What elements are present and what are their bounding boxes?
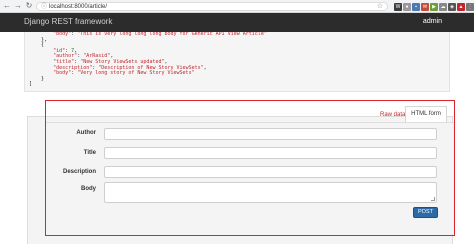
code-line: ] bbox=[29, 82, 449, 88]
extension-icon[interactable]: ▲ bbox=[457, 3, 465, 11]
code-token: "Very long story of New Story ViewSets" bbox=[77, 70, 195, 77]
extension-icon[interactable]: ● bbox=[403, 3, 411, 11]
brand-title[interactable]: Django REST framework bbox=[24, 17, 112, 26]
info-icon[interactable]: ⓘ bbox=[41, 3, 47, 11]
extension-icon[interactable]: ✉ bbox=[421, 3, 429, 11]
url-text[interactable]: localhost:8000/article/ bbox=[49, 3, 107, 11]
code-token: , bbox=[203, 64, 207, 71]
code-token: ] bbox=[29, 81, 33, 88]
extension-icon[interactable]: ⋮ bbox=[466, 3, 474, 11]
extension-icon[interactable]: ▶ bbox=[430, 3, 438, 11]
browser-toolbar: ← → ↻ ⓘ localhost:8000/article/ ☆ W ● ▪ ✉ ▶ ☁… bbox=[0, 0, 474, 13]
extension-icon[interactable]: ☁ bbox=[439, 3, 447, 11]
bookmark-star-icon[interactable]: ☆ bbox=[377, 3, 383, 11]
back-arrow-icon[interactable]: ← bbox=[2, 1, 12, 11]
extension-icon[interactable]: ◈ bbox=[448, 3, 456, 11]
response-json: "body": "This is very long long long bod… bbox=[24, 32, 450, 92]
user-menu[interactable]: admin bbox=[423, 18, 442, 25]
code-token: "This is very long long long body for Ge… bbox=[77, 32, 267, 37]
code-token: "body" bbox=[53, 32, 72, 37]
reload-icon[interactable]: ↻ bbox=[24, 1, 34, 11]
code-token: "body" bbox=[53, 70, 72, 77]
navbar: Django REST framework admin bbox=[0, 13, 474, 32]
highlight-annotation bbox=[45, 100, 455, 236]
forward-arrow-icon[interactable]: → bbox=[13, 1, 23, 11]
extension-icon[interactable]: ▪ bbox=[412, 3, 420, 11]
extension-icon[interactable]: W bbox=[394, 3, 402, 11]
address-bar[interactable]: ⓘ localhost:8000/article/ ☆ bbox=[36, 2, 388, 11]
